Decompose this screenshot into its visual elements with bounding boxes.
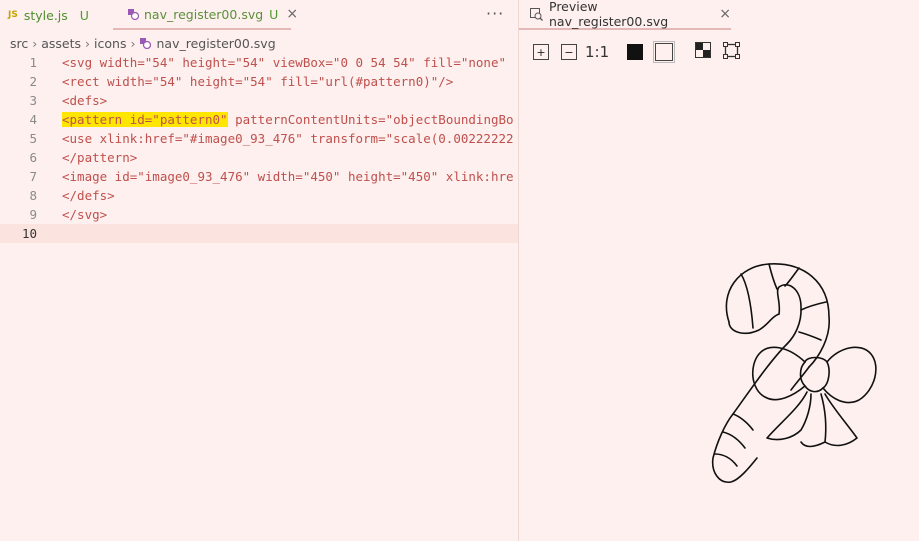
line-text: <svg width="54" height="54" viewBox="0 0… [62, 55, 507, 70]
line-text: </defs> [62, 188, 115, 203]
line-number: 5 [29, 131, 37, 146]
line-number: 2 [29, 74, 37, 89]
line-number: 4 [29, 112, 37, 127]
tab-label: nav_register00.svg [144, 6, 264, 22]
breadcrumb-item-assets[interactable]: assets [41, 36, 81, 51]
code-line[interactable]: 8 </defs> [0, 186, 518, 205]
zoom-out-button[interactable]: − [561, 44, 577, 60]
line-text: </pattern> [62, 150, 138, 165]
tab-style-js[interactable]: JS style.js U [0, 0, 112, 30]
close-icon[interactable]: × [719, 6, 731, 22]
code-line[interactable]: 7 <image id="image0_93_476" width="450" h… [0, 167, 518, 186]
line-text: <use xlink:href="#image0_93_476" transfo… [62, 131, 514, 146]
candy-cane-with-bow-icon [709, 262, 889, 506]
breadcrumb-item-file[interactable]: nav_register00.svg [156, 36, 275, 51]
tab-label: style.js [23, 7, 68, 23]
line-number: 1 [29, 55, 37, 70]
code-line[interactable]: 1 <svg width="54" height="54" viewBox="0 … [0, 53, 518, 72]
line-number: 9 [29, 207, 37, 222]
breadcrumb-item-icons[interactable]: icons [94, 36, 126, 51]
code-line[interactable]: 3 <defs> [0, 91, 518, 110]
preview-group: Preview nav_register00.svg × + − 1:1 [519, 0, 919, 541]
chevron-right-icon: › [130, 35, 136, 51]
code-line[interactable]: 6 </pattern> [0, 148, 518, 167]
line-number: 3 [29, 93, 37, 108]
breadcrumb-item-src[interactable]: src [10, 36, 28, 51]
chevron-right-icon: › [85, 35, 91, 51]
close-icon[interactable]: × [286, 6, 298, 22]
code-line[interactable]: 2 <rect width="54" height="54" fill="url(… [0, 72, 518, 91]
actual-size-button[interactable]: 1:1 [585, 43, 609, 61]
tab-nav-register-svg[interactable]: nav_register00.svg U × [113, 0, 298, 30]
transparent-background-icon[interactable] [695, 42, 712, 62]
untracked-badge: U [269, 6, 279, 22]
line-text: <pattern id="pattern0" patternContentUni… [62, 110, 514, 129]
more-actions-icon[interactable]: ··· [486, 4, 504, 23]
code-line[interactable]: 5 <use xlink:href="#image0_93_476" transf… [0, 129, 518, 148]
line-text: <rect width="54" height="54" fill="url(#… [62, 74, 454, 89]
javascript-file-icon: JS [8, 10, 18, 20]
search-highlight: <pattern id="pattern0" [62, 112, 228, 127]
dark-background-button[interactable] [627, 44, 644, 60]
code-line-current[interactable]: 10 [0, 224, 518, 243]
bounding-box-icon[interactable] [723, 41, 741, 63]
editor-tabbar: JS style.js U nav_register00.svg U × ··· [0, 0, 518, 30]
preview-icon [530, 7, 543, 21]
svg-file-icon [139, 37, 152, 50]
line-text: <defs> [62, 93, 108, 108]
line-number: 10 [21, 226, 37, 241]
code-editor[interactable]: 1 <svg width="54" height="54" viewBox="0 … [0, 53, 518, 243]
line-text: <image id="image0_93_476" width="450" he… [62, 169, 514, 184]
breadcrumb: src › assets › icons › nav_register00.sv… [0, 33, 518, 53]
svg-file-icon [127, 8, 140, 21]
preview-toolbar: + − 1:1 [533, 41, 741, 63]
untracked-badge: U [79, 7, 89, 23]
code-line[interactable]: 9 </svg> [0, 205, 518, 224]
line-text-rest: patternContentUnits="objectBoundingBo [227, 112, 514, 127]
code-line[interactable]: 4 <pattern id="pattern0" patternContentUn… [0, 110, 518, 129]
light-background-button[interactable] [653, 41, 676, 63]
line-number: 6 [29, 150, 37, 165]
zoom-in-button[interactable]: + [533, 44, 549, 60]
tab-preview[interactable]: Preview nav_register00.svg × [519, 0, 731, 30]
line-text: </svg> [62, 207, 108, 222]
editor-group: JS style.js U nav_register00.svg U × ···… [0, 0, 518, 541]
chevron-right-icon: › [32, 35, 38, 51]
line-number: 8 [29, 188, 37, 203]
tab-label: Preview nav_register00.svg [549, 0, 669, 29]
line-number: 7 [29, 169, 37, 184]
